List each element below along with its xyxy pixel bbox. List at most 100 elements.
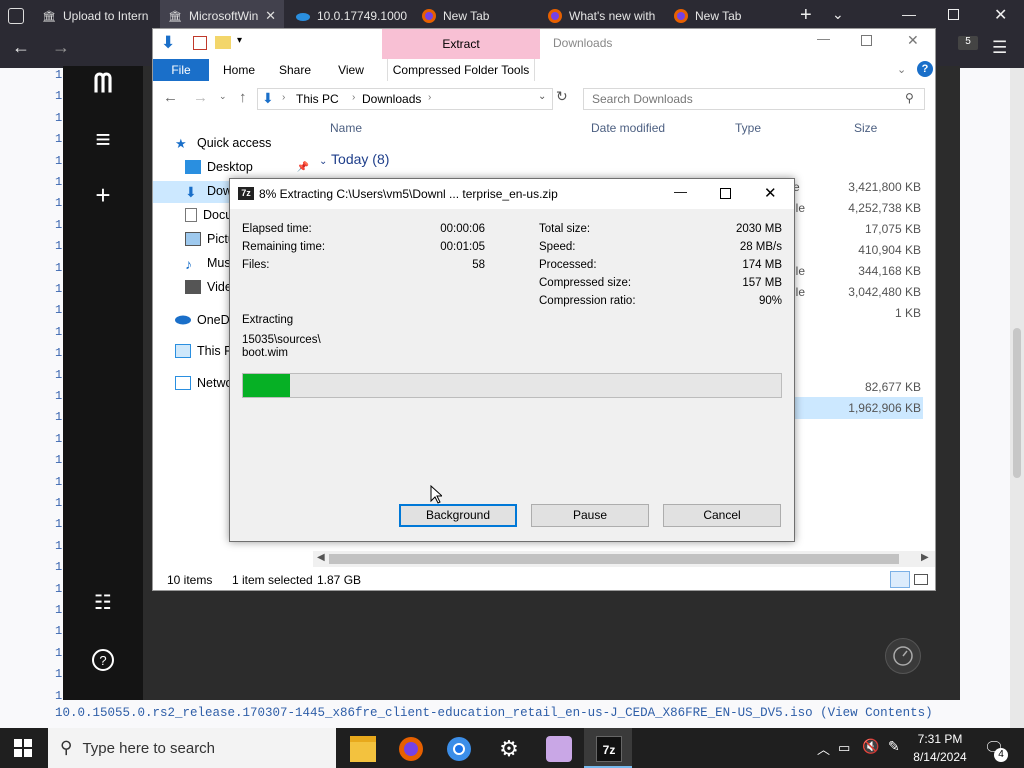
properties-icon[interactable] <box>193 36 207 50</box>
maximize-icon[interactable] <box>861 35 872 46</box>
speed-dial-icon[interactable] <box>885 638 921 674</box>
tab-home[interactable]: Home <box>219 59 259 81</box>
details-view-icon[interactable] <box>890 571 910 588</box>
clock-date[interactable]: 8/14/2024 <box>908 750 972 764</box>
tab-title: Upload to Intern <box>63 9 149 23</box>
sliders-icon[interactable]: ☷ <box>88 590 118 615</box>
taskbar-search-box[interactable]: ⚲ Type here to search <box>48 728 336 768</box>
new-tab-icon[interactable]: + <box>800 4 812 27</box>
scroll-left-icon[interactable]: ◀ <box>317 552 325 563</box>
minimize-icon[interactable]: — <box>902 6 916 22</box>
search-input[interactable]: Search Downloads <box>583 88 925 110</box>
background-button[interactable]: Background <box>399 504 517 527</box>
refresh-icon[interactable]: ↻ <box>556 88 568 105</box>
cancel-button[interactable]: Cancel <box>663 504 781 527</box>
tab-share[interactable]: Share <box>275 59 315 81</box>
clock-time[interactable]: 7:31 PM <box>908 732 972 746</box>
iso-file-name[interactable]: 10.0.15055.0.rs2_release.170307-1445_x86… <box>55 706 813 720</box>
nav-documents[interactable]: Docu <box>185 208 232 222</box>
close-icon[interactable]: ✕ <box>764 184 777 202</box>
nav-videos[interactable]: Vide <box>185 280 232 294</box>
iso-file-link-row[interactable]: 10.0.15055.0.rs2_release.170307-1445_x86… <box>55 706 933 720</box>
nav-quick-access[interactable]: ★ Quick access <box>175 136 271 151</box>
cloud-icon <box>175 313 191 327</box>
archive-icon: 🏛 <box>42 10 56 23</box>
windows-start-icon[interactable] <box>14 739 32 760</box>
nav-music[interactable]: ♪ Musi <box>185 256 233 272</box>
nav-desktop[interactable]: Desktop 📌 <box>185 160 309 174</box>
volume-muted-icon[interactable]: 🔇 <box>862 738 879 755</box>
show-hidden-icons-icon[interactable]: ︿ <box>817 739 830 758</box>
settings-gear-icon[interactable]: ⚙ <box>496 736 522 762</box>
desktop-icon <box>185 160 201 174</box>
menu-icon[interactable]: ☰ <box>992 38 1007 58</box>
firefox-icon[interactable] <box>398 736 424 762</box>
close-window-icon[interactable]: ✕ <box>994 5 1007 25</box>
page-scrollbar[interactable] <box>1010 68 1024 728</box>
scroll-thumb[interactable] <box>329 554 899 564</box>
column-date-modified[interactable]: Date modified <box>591 121 665 135</box>
explorer-title: Downloads <box>553 36 613 50</box>
logo-icon: ᗰ <box>93 68 113 98</box>
breadcrumb-this-pc[interactable]: This PC <box>296 92 339 106</box>
minimize-icon[interactable]: — <box>817 31 830 46</box>
nav-network[interactable]: Netwo <box>175 376 232 390</box>
download-arrow-icon: ⬇ <box>185 184 197 200</box>
horizontal-scrollbar[interactable]: ◀ ▶ <box>313 551 935 567</box>
tab-file[interactable]: File <box>153 59 209 81</box>
nav-pictures[interactable]: Pictu <box>185 232 235 246</box>
tab-overview-icon[interactable] <box>8 8 24 24</box>
forward-arrow-icon[interactable]: → <box>193 89 208 106</box>
network-icon[interactable]: ▭ <box>838 740 850 756</box>
column-type[interactable]: Type <box>735 121 761 135</box>
help-icon[interactable]: ? <box>917 61 933 77</box>
up-arrow-icon[interactable]: ↑ <box>239 89 247 106</box>
customize-toolbar-icon[interactable]: ▾ <box>237 35 242 46</box>
close-icon[interactable]: ✕ <box>907 32 919 49</box>
tab-compressed-folder-tools[interactable]: Compressed Folder Tools <box>387 59 535 81</box>
expand-ribbon-icon[interactable]: ⌄ <box>897 63 906 76</box>
7zip-icon[interactable]: 7z <box>596 736 622 762</box>
address-bar[interactable]: ⬇ › This PC › Downloads › ⌄ <box>257 88 553 110</box>
column-name[interactable]: Name <box>330 121 362 135</box>
nav-downloads[interactable]: ⬇ Dow <box>185 184 232 200</box>
new-folder-icon[interactable] <box>215 36 231 49</box>
recent-locations-icon[interactable]: ⌄ <box>219 91 227 102</box>
firefox-icon <box>674 9 688 23</box>
tab-list-icon[interactable]: ⌄ <box>832 6 844 23</box>
file-size: 3,421,800 KB <box>848 180 921 194</box>
restore-icon[interactable] <box>948 9 959 20</box>
add-icon[interactable]: + <box>88 180 118 211</box>
hamburger-menu-icon[interactable]: ≡ <box>88 124 118 155</box>
pen-icon[interactable]: ✎ <box>888 738 900 755</box>
extension-badge[interactable]: 5 <box>958 36 978 50</box>
app-icon[interactable] <box>546 736 572 762</box>
browser-tab-1[interactable]: 🏛 Upload to Intern <box>34 0 154 32</box>
group-header[interactable]: ⌄ Today (8) <box>319 151 389 167</box>
speed-value: 28 MB/s <box>739 241 782 253</box>
nav-onedrive[interactable]: OneDr <box>175 313 234 327</box>
scroll-right-icon[interactable]: ▶ <box>921 552 929 563</box>
firefox-icon <box>548 9 562 23</box>
large-icons-view-icon[interactable] <box>914 574 928 585</box>
pause-button[interactable]: Pause <box>531 504 649 527</box>
file-explorer-icon[interactable] <box>350 736 376 762</box>
back-arrow-icon[interactable]: ← <box>163 89 178 106</box>
close-tab-icon[interactable]: ✕ <box>265 8 276 24</box>
column-size[interactable]: Size <box>854 121 877 135</box>
chrome-icon[interactable] <box>446 736 472 762</box>
nav-this-pc[interactable]: This P <box>175 344 232 358</box>
tab-view[interactable]: View <box>331 59 371 81</box>
minimize-icon[interactable]: — <box>674 184 687 199</box>
forward-arrow-icon[interactable]: → <box>52 37 70 58</box>
view-contents-link[interactable]: (View Contents) <box>820 706 933 720</box>
archive-icon: 🏛 <box>168 10 182 23</box>
computer-icon <box>175 344 191 358</box>
address-dropdown-icon[interactable]: ⌄ <box>538 91 546 102</box>
breadcrumb-downloads[interactable]: Downloads <box>362 92 421 106</box>
extract-context-tab[interactable]: Extract <box>382 29 540 59</box>
back-arrow-icon[interactable]: ← <box>12 37 30 58</box>
help-icon[interactable]: ? <box>88 648 118 679</box>
maximize-icon[interactable] <box>720 188 731 199</box>
tab-title: New Tab <box>695 9 742 23</box>
